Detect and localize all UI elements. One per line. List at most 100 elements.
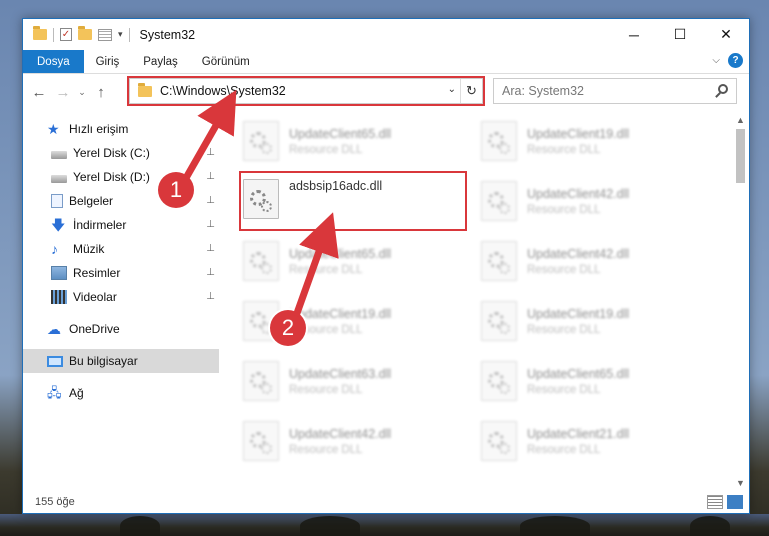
file-item[interactable]: UpdateClient42.dll Resource DLL bbox=[481, 177, 701, 225]
sidebar-item[interactable]: 🖧 Ağ bbox=[23, 381, 219, 405]
tab-file[interactable]: Dosya bbox=[23, 50, 84, 73]
search-icon[interactable] bbox=[718, 84, 728, 94]
gear-icon bbox=[499, 143, 510, 154]
forward-button[interactable]: → bbox=[51, 84, 75, 101]
view-buttons bbox=[707, 495, 743, 509]
sidebar-item[interactable]: Resimler ⊥ bbox=[23, 261, 219, 285]
file-name: UpdateClient19.dll bbox=[289, 306, 392, 321]
dll-file-icon bbox=[481, 421, 517, 461]
sidebar-item-label: Belgeler bbox=[69, 194, 114, 208]
document-icon bbox=[51, 194, 63, 208]
maximize-button[interactable]: ☐ bbox=[657, 19, 703, 50]
properties-icon[interactable] bbox=[98, 28, 112, 41]
back-button[interactable]: ← bbox=[27, 84, 51, 101]
window-title: System32 bbox=[139, 27, 196, 42]
video-icon bbox=[51, 290, 67, 304]
file-item[interactable]: UpdateClient19.dll Resource DLL bbox=[481, 117, 701, 165]
file-description: Resource DLL bbox=[527, 443, 601, 456]
desktop-background bbox=[0, 514, 769, 536]
file-description: Resource DLL bbox=[527, 143, 601, 156]
sidebar-item-label: Bu bilgisayar bbox=[69, 354, 138, 368]
computer-icon bbox=[47, 355, 63, 367]
step-badge-2: 2 bbox=[270, 310, 306, 346]
file-item[interactable]: UpdateClient19.dll Resource DLL bbox=[481, 297, 701, 345]
tab-home[interactable]: Giriş bbox=[84, 50, 132, 73]
file-description: Resource DLL bbox=[289, 383, 363, 396]
recent-locations-button[interactable]: ⌄ bbox=[75, 87, 89, 98]
file-item[interactable]: UpdateClient42.dll Resource DLL bbox=[481, 237, 701, 285]
step-badge-1: 1 bbox=[158, 172, 194, 208]
pin-icon[interactable]: ⊥ bbox=[206, 243, 215, 254]
pin-icon[interactable]: ⊥ bbox=[206, 147, 215, 158]
status-bar: 155 öğe bbox=[23, 491, 749, 513]
scroll-down-icon[interactable]: ▼ bbox=[732, 474, 749, 491]
close-button[interactable]: ✕ bbox=[703, 19, 749, 50]
sidebar-item-label: Yerel Disk (C:) bbox=[73, 146, 150, 160]
sidebar-item[interactable]: Bu bilgisayar bbox=[23, 349, 219, 373]
up-button[interactable]: ↑ bbox=[89, 84, 113, 101]
vertical-scrollbar[interactable]: ▲ ▼ bbox=[732, 111, 749, 491]
sidebar-item[interactable]: Videolar ⊥ bbox=[23, 285, 219, 309]
dll-file-icon bbox=[243, 121, 279, 161]
customize-dropdown-icon[interactable]: ▾ bbox=[118, 29, 123, 40]
details-view-icon[interactable] bbox=[707, 495, 723, 509]
file-name: UpdateClient42.dll bbox=[289, 426, 392, 441]
file-item[interactable]: UpdateClient65.dll Resource DLL bbox=[243, 117, 463, 165]
pin-icon[interactable]: ⊥ bbox=[206, 267, 215, 278]
music-icon: ♪ bbox=[51, 241, 58, 257]
sidebar-item-label: Hızlı erişim bbox=[69, 122, 129, 136]
file-text: UpdateClient42.dll Resource DLL bbox=[527, 247, 629, 276]
file-item[interactable]: UpdateClient21.dll Resource DLL bbox=[481, 417, 701, 465]
sidebar-item[interactable]: ★ Hızlı erişim bbox=[23, 117, 219, 141]
large-icons-view-icon[interactable] bbox=[727, 495, 743, 509]
palm-silhouette bbox=[690, 516, 730, 536]
sidebar-item-label: OneDrive bbox=[69, 322, 120, 336]
minimize-button[interactable]: ─ bbox=[611, 19, 657, 50]
file-name: UpdateClient65.dll bbox=[289, 126, 392, 141]
star-icon: ★ bbox=[47, 121, 60, 137]
navigation-pane: ★ Hızlı erişim Yerel Disk (C:) ⊥ Yerel Disk … bbox=[23, 111, 219, 491]
file-item[interactable]: UpdateClient42.dll Resource DLL bbox=[243, 417, 463, 465]
help-icon[interactable]: ? bbox=[728, 53, 743, 68]
search-input[interactable]: Ara: System32 bbox=[493, 78, 737, 104]
sidebar-item-label: Müzik bbox=[73, 242, 105, 256]
pin-icon[interactable]: ⊥ bbox=[206, 291, 215, 302]
file-item[interactable]: UpdateClient65.dll Resource DLL bbox=[481, 357, 701, 405]
file-description: Resource DLL bbox=[527, 203, 601, 216]
new-folder-icon[interactable] bbox=[78, 26, 92, 40]
file-name: UpdateClient65.dll bbox=[289, 246, 392, 261]
file-name: UpdateClient42.dll bbox=[527, 186, 630, 201]
sidebar-item[interactable]: 🡇 İndirmeler ⊥ bbox=[23, 213, 219, 237]
file-text: UpdateClient63.dll Resource DLL bbox=[289, 367, 391, 396]
scroll-up-icon[interactable]: ▲ bbox=[732, 111, 749, 128]
pin-icon[interactable]: ⊥ bbox=[206, 195, 215, 206]
ribbon-right: ⌵ ? bbox=[712, 53, 743, 68]
toolbar-separator bbox=[128, 27, 130, 42]
dll-file-icon bbox=[243, 241, 279, 281]
sidebar-item[interactable]: Yerel Disk (C:) ⊥ bbox=[23, 141, 219, 165]
expand-ribbon-icon[interactable]: ⌵ bbox=[712, 55, 720, 66]
ribbon-tabs: Dosya Giriş Paylaş Görünüm ⌵ ? bbox=[23, 50, 749, 74]
dll-file-icon bbox=[481, 181, 517, 221]
file-item[interactable]: UpdateClient65.dll Resource DLL bbox=[243, 237, 463, 285]
sidebar-item[interactable]: ☁ OneDrive bbox=[23, 317, 219, 341]
network-icon: 🖧 bbox=[47, 385, 62, 400]
pin-icon[interactable]: ⊥ bbox=[206, 171, 215, 182]
pin-icon[interactable]: ⊥ bbox=[206, 219, 215, 230]
tab-view[interactable]: Görünüm bbox=[190, 50, 262, 73]
checklist-icon[interactable]: ✓ bbox=[60, 28, 72, 41]
sidebar-item[interactable]: ♪ Müzik ⊥ bbox=[23, 237, 219, 261]
toolbar-separator bbox=[53, 27, 54, 42]
file-item[interactable]: UpdateClient63.dll Resource DLL bbox=[243, 357, 463, 405]
disk-icon bbox=[51, 174, 67, 183]
pictures-icon bbox=[51, 266, 67, 280]
file-description: Resource DLL bbox=[527, 323, 601, 336]
file-text: UpdateClient65.dll Resource DLL bbox=[289, 247, 391, 276]
gear-icon bbox=[261, 383, 272, 394]
tab-share[interactable]: Paylaş bbox=[131, 50, 190, 73]
folder-icon[interactable] bbox=[33, 26, 47, 40]
gear-icon bbox=[261, 263, 272, 274]
scroll-thumb[interactable] bbox=[736, 129, 745, 183]
file-text: UpdateClient19.dll Resource DLL bbox=[527, 127, 629, 156]
sidebar-item-label: Yerel Disk (D:) bbox=[73, 170, 150, 184]
